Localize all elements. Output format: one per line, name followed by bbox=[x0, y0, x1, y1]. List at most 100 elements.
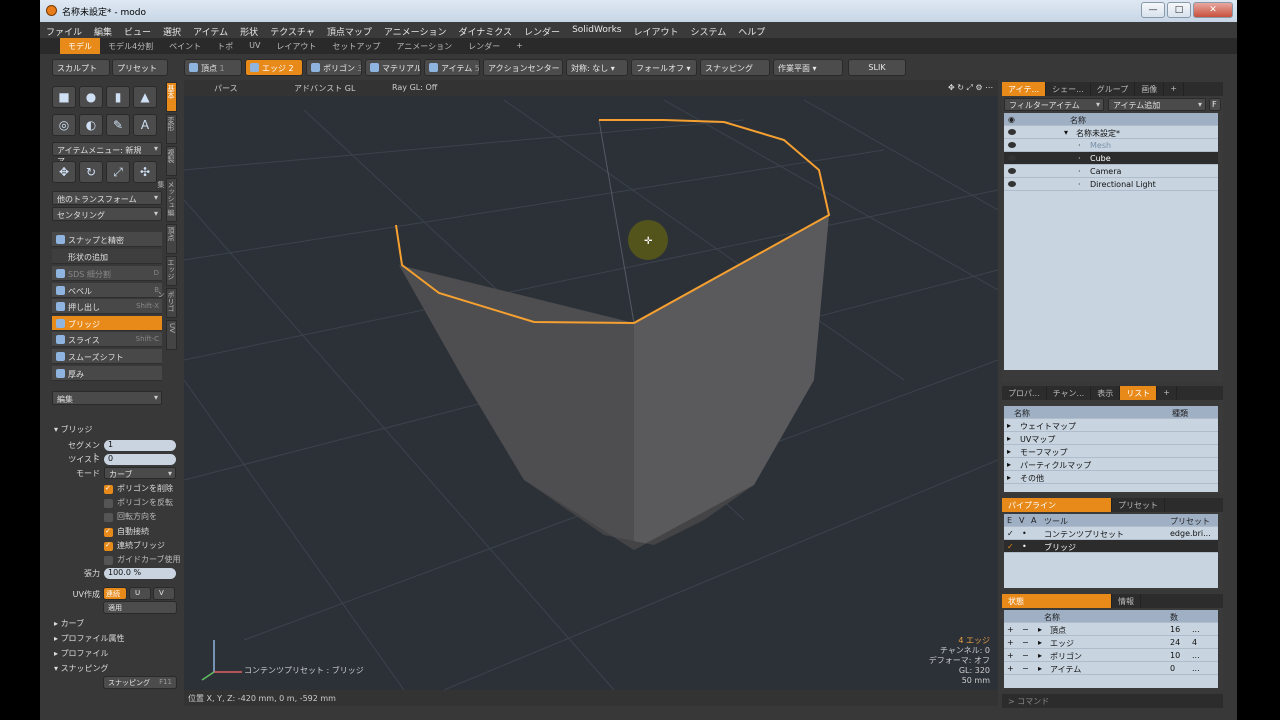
menu-geometry[interactable]: 形状 bbox=[234, 22, 264, 38]
tab-display[interactable]: 表示 bbox=[1091, 386, 1121, 400]
minus-icon[interactable]: − bbox=[1022, 638, 1029, 647]
pipeline-row[interactable]: ✓ • ブリッジ bbox=[1004, 540, 1218, 553]
cylinder-icon[interactable]: ▮ bbox=[106, 86, 130, 108]
option-checkbox[interactable]: ✓ bbox=[104, 484, 113, 494]
plus-icon[interactable]: + bbox=[1007, 625, 1014, 634]
stats-row[interactable]: + − ▸ ポリゴン 10... bbox=[1004, 649, 1218, 662]
tree-item-row[interactable]: ▾ 名称未設定* bbox=[1004, 126, 1218, 139]
edge-mode-button[interactable]: エッジ 2 bbox=[245, 59, 303, 76]
plus-icon[interactable]: + bbox=[1007, 651, 1014, 660]
tree-item-row[interactable]: · Cube bbox=[1004, 152, 1218, 165]
menu-select[interactable]: 選択 bbox=[157, 22, 187, 38]
eye-icon[interactable] bbox=[1008, 141, 1016, 150]
expand-arrow-icon[interactable]: ▾ bbox=[1064, 128, 1068, 137]
uv-u-button[interactable]: U bbox=[129, 587, 151, 600]
add-item-dropdown[interactable]: アイテム追加 bbox=[1108, 98, 1206, 111]
vtab-uv[interactable]: UV bbox=[166, 320, 177, 350]
tab-info[interactable]: 情報 bbox=[1112, 594, 1141, 608]
stats-row[interactable]: + − ▸ アイテム 0... bbox=[1004, 662, 1218, 675]
edit-dropdown[interactable]: 編集 bbox=[52, 391, 162, 405]
menu-edit[interactable]: 編集 bbox=[88, 22, 118, 38]
bridge-section-header[interactable]: ▾ ブリッジ bbox=[54, 424, 93, 437]
expand-arrow-icon[interactable]: ▸ bbox=[1007, 473, 1011, 482]
tab-render[interactable]: レンダー bbox=[460, 38, 508, 54]
enable-check-icon[interactable]: ✓ bbox=[1007, 542, 1014, 551]
tool-button[interactable]: ベベル B bbox=[52, 282, 162, 298]
menu-file[interactable]: ファイル bbox=[40, 22, 88, 38]
filter-f-button[interactable]: F bbox=[1209, 98, 1221, 111]
action-center-dropdown[interactable]: アクションセンター ▾ bbox=[483, 59, 563, 76]
sculpt-button[interactable]: スカルプト bbox=[52, 59, 110, 76]
minus-icon[interactable]: − bbox=[1022, 664, 1029, 673]
tab-items[interactable]: アイテ... bbox=[1002, 82, 1047, 96]
tension-field[interactable]: 100.0 % bbox=[104, 568, 176, 579]
tab-channels[interactable]: チャン... bbox=[1047, 386, 1092, 400]
3d-viewport[interactable]: ✛ パース アドバンスト GL Ray GL: Off ✥ ↻ ⤢ ⚙ ⋯ コン… bbox=[184, 80, 998, 690]
menu-item[interactable]: アイテム bbox=[187, 22, 234, 38]
viewport-canvas[interactable]: ✛ bbox=[184, 80, 998, 690]
move-icon[interactable]: ✥ bbox=[52, 161, 76, 183]
menu-system[interactable]: システム bbox=[685, 22, 733, 38]
menu-render[interactable]: レンダー bbox=[518, 22, 566, 38]
menu-help[interactable]: ヘルプ bbox=[732, 22, 771, 38]
group-snapping[interactable]: ▾ スナッピング bbox=[54, 663, 109, 676]
tab-properties[interactable]: プロパ... bbox=[1002, 386, 1047, 400]
slik-button[interactable]: SLIK bbox=[848, 59, 906, 76]
visible-dot-icon[interactable]: • bbox=[1022, 542, 1027, 551]
vtab-mesh-edit[interactable]: メッシュ編集 bbox=[157, 178, 177, 222]
centering-dropdown[interactable]: センタリング bbox=[52, 207, 162, 221]
tree-item-row[interactable]: · Directional Light bbox=[1004, 178, 1218, 191]
expand-arrow-icon[interactable]: ▸ bbox=[1038, 664, 1042, 673]
bridged-mesh[interactable] bbox=[399, 215, 829, 550]
tab-images[interactable]: 画像 bbox=[1135, 82, 1165, 96]
text-icon[interactable]: A bbox=[133, 114, 157, 136]
vtab-duplicate[interactable]: 複製 bbox=[166, 146, 177, 176]
vtab-deform[interactable]: 変形 bbox=[166, 114, 177, 144]
tab-pipeline[interactable]: パイプライン bbox=[1002, 498, 1112, 512]
cube-icon[interactable]: ■ bbox=[52, 86, 76, 108]
option-checkbox[interactable]: ✓ bbox=[104, 541, 113, 551]
snap-precise-button[interactable]: スナップと精密 bbox=[52, 232, 162, 247]
expand-arrow-icon[interactable]: ▸ bbox=[1038, 651, 1042, 660]
expand-arrow-icon[interactable]: ▸ bbox=[1038, 625, 1042, 634]
snapping-button[interactable]: スナッピング bbox=[700, 59, 770, 76]
segments-field[interactable]: 1 bbox=[104, 440, 176, 451]
falloff-dropdown[interactable]: フォールオフ ▾ bbox=[631, 59, 697, 76]
tool-button[interactable]: 押し出し Shift-X bbox=[52, 299, 162, 315]
twist-field[interactable]: 0 bbox=[104, 454, 176, 465]
view-perspective-button[interactable]: パース bbox=[214, 83, 238, 94]
sphere-icon[interactable]: ● bbox=[79, 86, 103, 108]
tab-model[interactable]: モデル bbox=[60, 38, 100, 54]
tab-presets[interactable]: プリセット bbox=[1112, 498, 1165, 512]
snapping-toggle-button[interactable]: スナッピング F11 bbox=[103, 676, 177, 689]
visible-dot-icon[interactable]: • bbox=[1022, 529, 1027, 538]
uv-continuous-button[interactable]: 連続 bbox=[103, 587, 127, 600]
filter-items-dropdown[interactable]: フィルターアイテム bbox=[1004, 98, 1104, 111]
menu-animation[interactable]: アニメーション bbox=[378, 22, 453, 38]
tool-button[interactable]: 厚み bbox=[52, 365, 162, 381]
option-checkbox[interactable] bbox=[104, 499, 113, 509]
vtab-basic[interactable]: 基本 bbox=[166, 82, 177, 112]
item-mode-button[interactable]: アイテム 5 bbox=[424, 59, 480, 76]
tab-shader[interactable]: シェー... bbox=[1046, 82, 1091, 96]
option-checkbox[interactable] bbox=[104, 556, 113, 565]
close-button[interactable]: ✕ bbox=[1193, 2, 1233, 18]
option-checkbox[interactable] bbox=[104, 513, 113, 523]
expand-arrow-icon[interactable]: · bbox=[1078, 154, 1081, 163]
tab-layout[interactable]: レイアウト bbox=[268, 38, 324, 54]
tool-button[interactable]: スライス Shift-C bbox=[52, 332, 162, 348]
minimize-button[interactable]: — bbox=[1141, 2, 1165, 18]
item-menu-dropdown[interactable]: アイテムメニュー: 新規ア... bbox=[52, 142, 162, 166]
group-profile[interactable]: ▸ プロファイル bbox=[54, 648, 109, 661]
add-shape-header[interactable]: 形状の追加 bbox=[52, 249, 162, 264]
tab-uv[interactable]: UV bbox=[241, 38, 268, 54]
expand-arrow-icon[interactable]: · bbox=[1078, 180, 1081, 189]
uv-v-button[interactable]: V bbox=[153, 587, 175, 600]
eye-icon[interactable] bbox=[1008, 167, 1016, 176]
tree-item-row[interactable]: · Camera bbox=[1004, 165, 1218, 178]
other-transform-dropdown[interactable]: 他のトランスフォーム bbox=[52, 191, 162, 205]
list-item[interactable]: ▸ モーフマップ bbox=[1004, 445, 1218, 458]
rotate-icon[interactable]: ↻ bbox=[79, 161, 103, 183]
command-input[interactable]: > コマンド bbox=[1002, 694, 1223, 708]
tab-setup[interactable]: セットアップ bbox=[324, 38, 388, 54]
